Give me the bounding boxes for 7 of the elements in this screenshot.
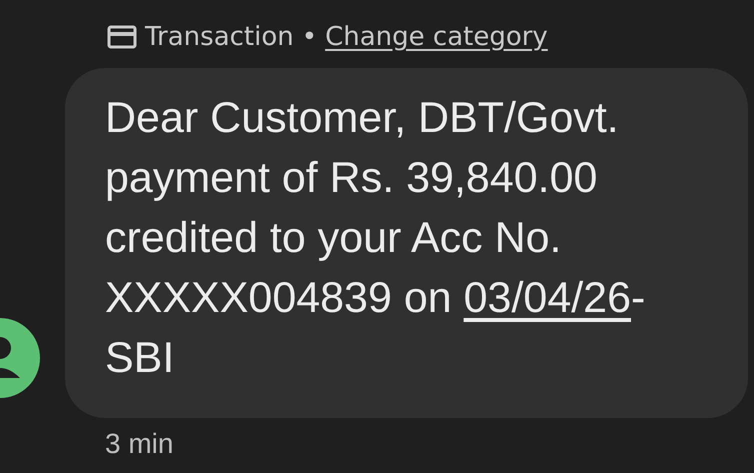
card-icon [107,25,137,49]
change-category-link[interactable]: Change category [325,22,548,52]
separator-dot: • [302,22,318,52]
category-label: Transaction [145,22,294,52]
message-text: Dear Customer, DBT/Govt. payment of Rs. 39,840.00 credited to your Acc No. XXXXX004839 on 03/04/26-SBI [105,93,646,384]
date-link[interactable]: 03/04/26 [464,274,632,322]
timestamp: 3 min [104,427,174,460]
